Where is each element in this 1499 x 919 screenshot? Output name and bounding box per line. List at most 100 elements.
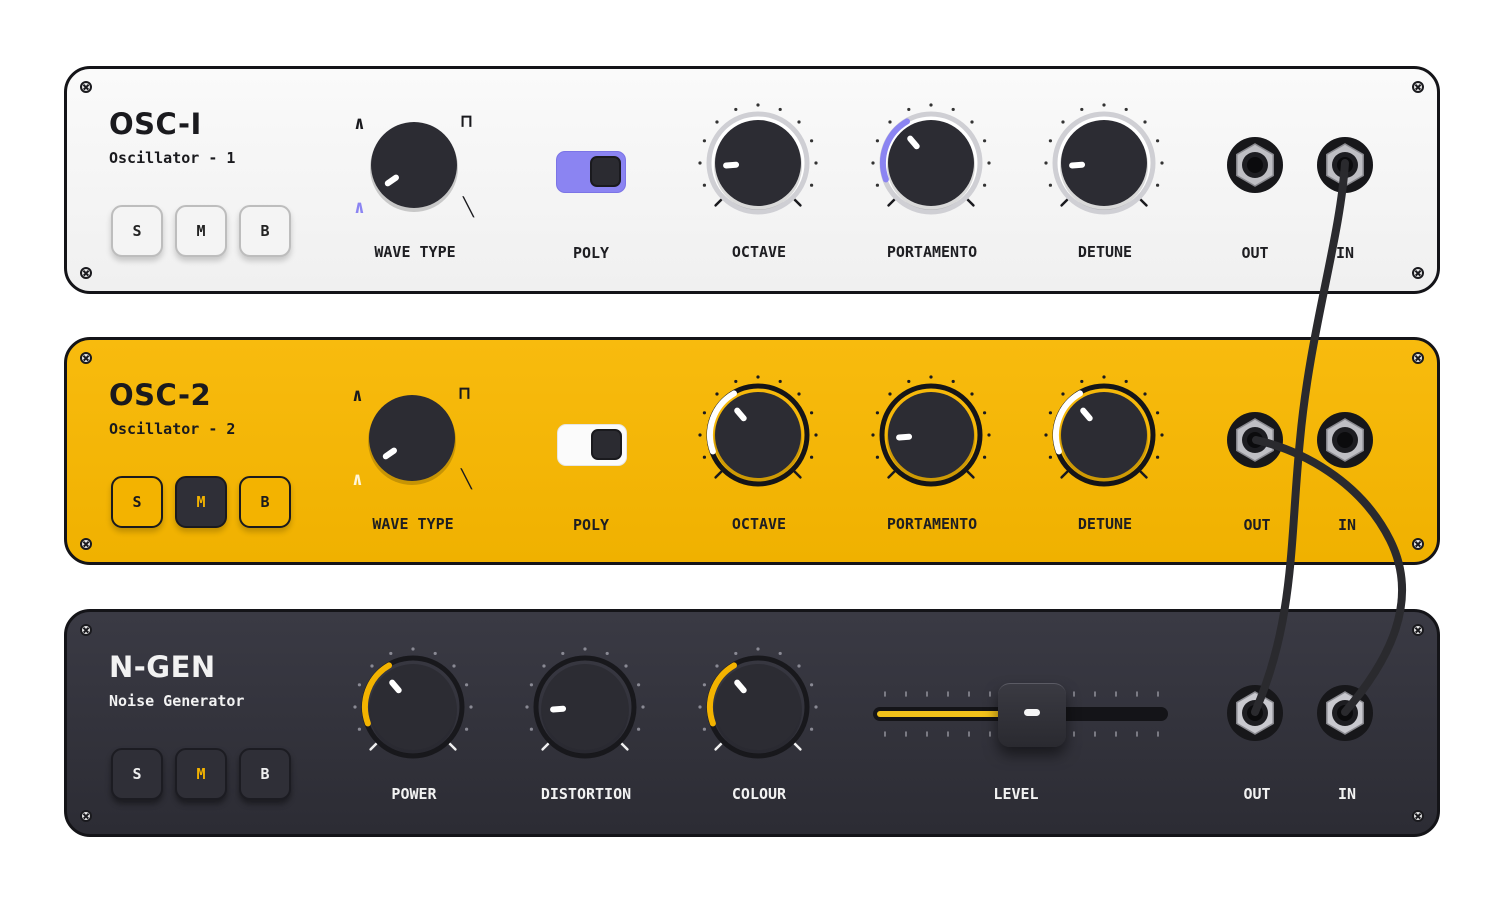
knob-graphic bbox=[1044, 103, 1164, 215]
module-title: OSC-2 bbox=[109, 378, 212, 412]
module-osc2: OSC-2 Oscillator - 2 S M B ∧ ⊓ ∧ ╲ WAVE … bbox=[64, 337, 1440, 565]
wave-type-knob[interactable] bbox=[347, 373, 477, 503]
scale-dot bbox=[1102, 375, 1106, 379]
mute-button[interactable]: M bbox=[175, 476, 227, 528]
scale-dot bbox=[353, 705, 357, 709]
jack-graphic bbox=[1317, 412, 1373, 468]
wave-type-knob[interactable] bbox=[349, 100, 479, 230]
scale-end-tick bbox=[1139, 470, 1148, 479]
poly-toggle[interactable] bbox=[556, 151, 626, 193]
out-jack[interactable] bbox=[1226, 136, 1284, 194]
scale-dot bbox=[1155, 139, 1160, 143]
scale-dot bbox=[734, 651, 738, 656]
scale-dot bbox=[871, 161, 875, 165]
scale-dot bbox=[698, 433, 702, 437]
scale-end-tick bbox=[887, 198, 896, 207]
scale-dot bbox=[778, 379, 782, 384]
mute-button[interactable]: M bbox=[175, 205, 227, 257]
solo-button[interactable]: S bbox=[111, 205, 163, 257]
power-knob[interactable] bbox=[348, 642, 478, 772]
portamento-knob[interactable] bbox=[866, 370, 996, 500]
colour-knob[interactable] bbox=[693, 642, 823, 772]
portamento-label: PORTAMENTO bbox=[886, 515, 978, 533]
screw-icon bbox=[80, 624, 92, 636]
bypass-button[interactable]: B bbox=[239, 748, 291, 800]
module-subtitle: Noise Generator bbox=[109, 692, 245, 710]
scale-dot bbox=[357, 683, 362, 687]
jack-socket bbox=[1337, 157, 1353, 173]
scale-dot bbox=[561, 651, 565, 656]
portamento-knob[interactable] bbox=[866, 98, 996, 228]
scale-dot bbox=[982, 411, 987, 415]
knob-graphic bbox=[525, 647, 645, 759]
in-label: IN bbox=[1337, 516, 1357, 534]
poly-toggle[interactable] bbox=[557, 424, 627, 466]
scale-dot bbox=[1080, 379, 1084, 384]
scale-end-tick bbox=[966, 198, 975, 207]
scale-end-tick bbox=[793, 470, 802, 479]
knob-indicator bbox=[723, 161, 740, 169]
screw-icon bbox=[1412, 81, 1424, 93]
jack-graphic bbox=[1227, 685, 1283, 741]
knob-body bbox=[888, 120, 974, 206]
button-group: S M B bbox=[111, 476, 291, 528]
scale-dot bbox=[1044, 433, 1048, 437]
scale-dot bbox=[875, 139, 880, 143]
scale-end-tick bbox=[887, 470, 896, 479]
scale-dot bbox=[1048, 183, 1053, 187]
scale-dot bbox=[814, 433, 818, 437]
in-jack[interactable] bbox=[1316, 684, 1374, 742]
scale-dot bbox=[907, 379, 911, 384]
scale-dot bbox=[1048, 411, 1053, 415]
knob-graphic bbox=[871, 103, 991, 215]
scale-dot bbox=[357, 727, 362, 731]
scale-dot bbox=[809, 183, 814, 187]
mute-button[interactable]: M bbox=[175, 748, 227, 800]
scale-dot bbox=[702, 139, 707, 143]
knob-body bbox=[370, 664, 456, 750]
scale-dot bbox=[702, 683, 707, 687]
solo-button[interactable]: S bbox=[111, 476, 163, 528]
knob-graphic bbox=[871, 375, 991, 487]
knob-graphic bbox=[1044, 375, 1164, 487]
screw-icon bbox=[80, 810, 92, 822]
button-group: S M B bbox=[111, 205, 291, 257]
knob-graphic bbox=[698, 103, 818, 215]
detune-knob[interactable] bbox=[1039, 370, 1169, 500]
screw-icon bbox=[80, 538, 92, 550]
scale-dot bbox=[797, 392, 801, 396]
level-slider[interactable] bbox=[873, 683, 1168, 747]
module-osc1: OSC-I Oscillator - 1 S M B ∧ ⊓ ∧ ╲ WAVE … bbox=[64, 66, 1440, 294]
out-jack[interactable] bbox=[1226, 411, 1284, 469]
jack-graphic bbox=[1317, 137, 1373, 193]
scale-dot bbox=[525, 705, 529, 709]
poly-label: POLY bbox=[572, 244, 610, 262]
octave-knob[interactable] bbox=[693, 98, 823, 228]
scale-end-tick bbox=[714, 470, 723, 479]
wave-type-label: WAVE TYPE bbox=[374, 243, 456, 261]
level-slider-handle[interactable] bbox=[998, 683, 1066, 747]
scale-end-tick bbox=[793, 198, 802, 207]
distortion-label: DISTORTION bbox=[540, 785, 632, 803]
in-jack[interactable] bbox=[1316, 136, 1374, 194]
detune-knob[interactable] bbox=[1039, 98, 1169, 228]
scale-dot bbox=[702, 411, 707, 415]
scale-dot bbox=[734, 379, 738, 384]
distortion-knob[interactable] bbox=[520, 642, 650, 772]
in-jack[interactable] bbox=[1316, 411, 1374, 469]
poly-label: POLY bbox=[572, 516, 610, 534]
scale-dot bbox=[875, 455, 880, 459]
scale-dot bbox=[875, 183, 880, 187]
module-title: N-GEN bbox=[109, 650, 216, 684]
bypass-button[interactable]: B bbox=[239, 205, 291, 257]
screw-icon bbox=[1412, 624, 1424, 636]
out-jack[interactable] bbox=[1226, 684, 1284, 742]
scale-dot bbox=[970, 120, 974, 124]
module-subtitle: Oscillator - 2 bbox=[109, 420, 236, 438]
bypass-button[interactable]: B bbox=[239, 476, 291, 528]
scale-end-tick bbox=[541, 742, 550, 751]
octave-knob[interactable] bbox=[693, 370, 823, 500]
solo-button[interactable]: S bbox=[111, 748, 163, 800]
scale-dot bbox=[1102, 103, 1106, 107]
jack-graphic bbox=[1227, 137, 1283, 193]
